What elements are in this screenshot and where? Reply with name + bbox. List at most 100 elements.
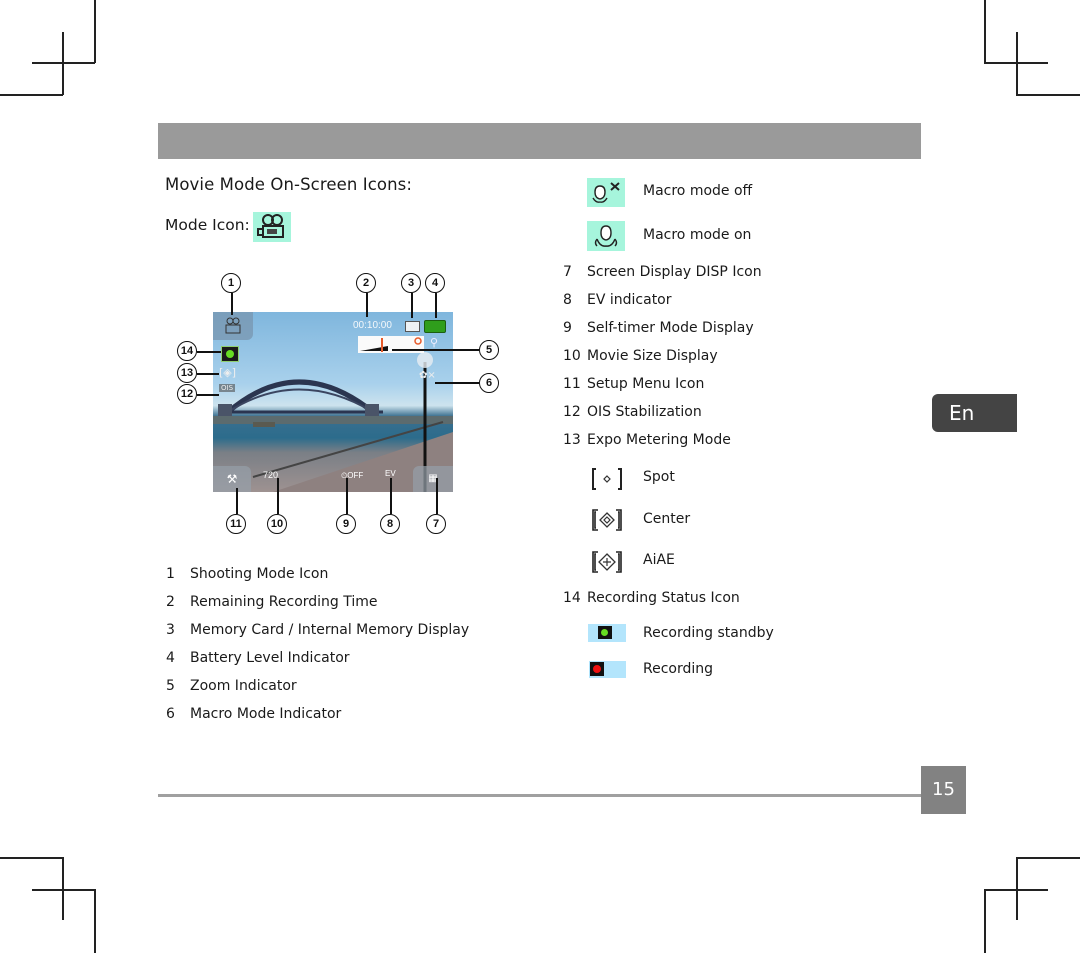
recording-status-label: Recording Status Icon [587,590,740,606]
metering-aiae-icon [590,550,624,574]
ois-icon: OIS [219,384,236,392]
item-number: 10 [563,348,581,364]
item-label: Setup Menu Icon [587,376,705,392]
item-label: Zoom Indicator [190,678,297,694]
item-label: Battery Level Indicator [190,650,350,666]
self-timer-off-icon: ⏲OFF [341,471,364,480]
item-label: OIS Stabilization [587,404,702,420]
callout-14: 14 [177,341,197,361]
ev-icon: EV [385,469,396,478]
crop-line [1016,857,1080,859]
callout-7: 7 [426,514,446,534]
callout-8: 8 [380,514,400,534]
language-tab[interactable]: En [932,394,1017,432]
macro-on-label: Macro mode on [643,227,752,243]
movie-camera-icon [253,212,291,242]
callout-leader [197,373,219,375]
metering-center-label: Center [643,511,691,527]
callout-9: 9 [336,514,356,534]
item-label: Screen Display DISP Icon [587,264,762,280]
metering-spot-icon [590,467,624,491]
crop-line [984,889,1048,891]
setup-menu-icon: ⚒ [213,466,251,492]
crop-line [984,889,986,953]
macro-on-icon [587,221,625,251]
callout-1: 1 [221,273,241,293]
macro-off-label: Macro mode off [643,183,753,199]
callout-leader [231,293,233,315]
metering-aiae-label: AiAE [643,552,675,568]
metering-center-icon: [◈] [219,366,237,379]
callout-13: 13 [177,363,197,383]
callout-leader [435,382,479,384]
item-label: Memory Card / Internal Memory Display [190,622,470,638]
callout-leader [197,351,221,353]
callout-leader [411,293,413,318]
crop-line [94,0,96,63]
item-number: 8 [563,292,572,308]
item-number: 13 [563,432,581,448]
battery-full-icon [424,320,446,333]
recording-standby-icon [221,346,239,362]
remaining-recording-time: 00:10:00 [353,320,392,331]
crop-line [32,889,95,891]
callout-2: 2 [356,273,376,293]
callout-leader [366,293,368,317]
page-number: 15 [921,766,966,814]
crop-line [94,889,96,953]
camera-screen-preview: 00:10:00 ⚲ ✿× [◈] OIS ⚒ 720 ⏲OFF EV ▦ [213,312,453,492]
item-label: Remaining Recording Time [190,594,378,610]
callout-leader [436,478,438,514]
memory-card-icon [405,321,420,332]
item-number: 4 [166,650,175,666]
item-label: Movie Size Display [587,348,718,364]
item-number: 2 [166,594,175,610]
item-number: 1 [166,566,175,582]
item-number: 7 [563,264,572,280]
crop-line [1016,94,1080,96]
macro-off-icon: ✿× [419,370,436,381]
recording-status-number: 14 [563,590,581,606]
item-number: 3 [166,622,175,638]
callout-5: 5 [479,340,499,360]
crop-line [0,94,63,96]
callout-3: 3 [401,273,421,293]
item-number: 11 [563,376,581,392]
recording-standby-label: Recording standby [643,625,774,641]
item-label: Self-timer Mode Display [587,320,754,336]
crop-line [0,857,63,859]
callout-leader [390,478,392,514]
callout-10: 10 [267,514,287,534]
recording-icon [589,661,626,678]
recording-standby-icon [588,624,626,642]
mode-icon-label: Mode Icon: [165,216,250,234]
item-number: 5 [166,678,175,694]
callout-leader [277,478,279,514]
callout-11: 11 [226,514,246,534]
crop-line [62,32,64,95]
item-label: Expo Metering Mode [587,432,731,448]
callout-12: 12 [177,384,197,404]
item-label: EV indicator [587,292,672,308]
callout-4: 4 [425,273,445,293]
section-title: Movie Mode On-Screen Icons: [165,175,412,194]
disp-icon: ▦ [413,466,453,492]
movie-size-icon: 720 [263,470,279,480]
recording-label: Recording [643,661,714,677]
item-number: 6 [166,706,175,722]
item-number: 9 [563,320,572,336]
metering-center-icon [590,508,624,532]
item-label: Macro Mode Indicator [190,706,342,722]
crop-line [984,0,986,63]
callout-leader [435,293,437,318]
footer-rule [158,794,921,797]
metering-spot-label: Spot [643,469,675,485]
callout-6: 6 [479,373,499,393]
callout-leader [197,394,219,396]
crop-line [32,62,95,64]
item-label: Shooting Mode Icon [190,566,329,582]
callout-leader [236,488,238,514]
item-number: 12 [563,404,581,420]
zoom-tele-icon: ⚲ [430,336,439,349]
crop-line [1016,32,1018,95]
